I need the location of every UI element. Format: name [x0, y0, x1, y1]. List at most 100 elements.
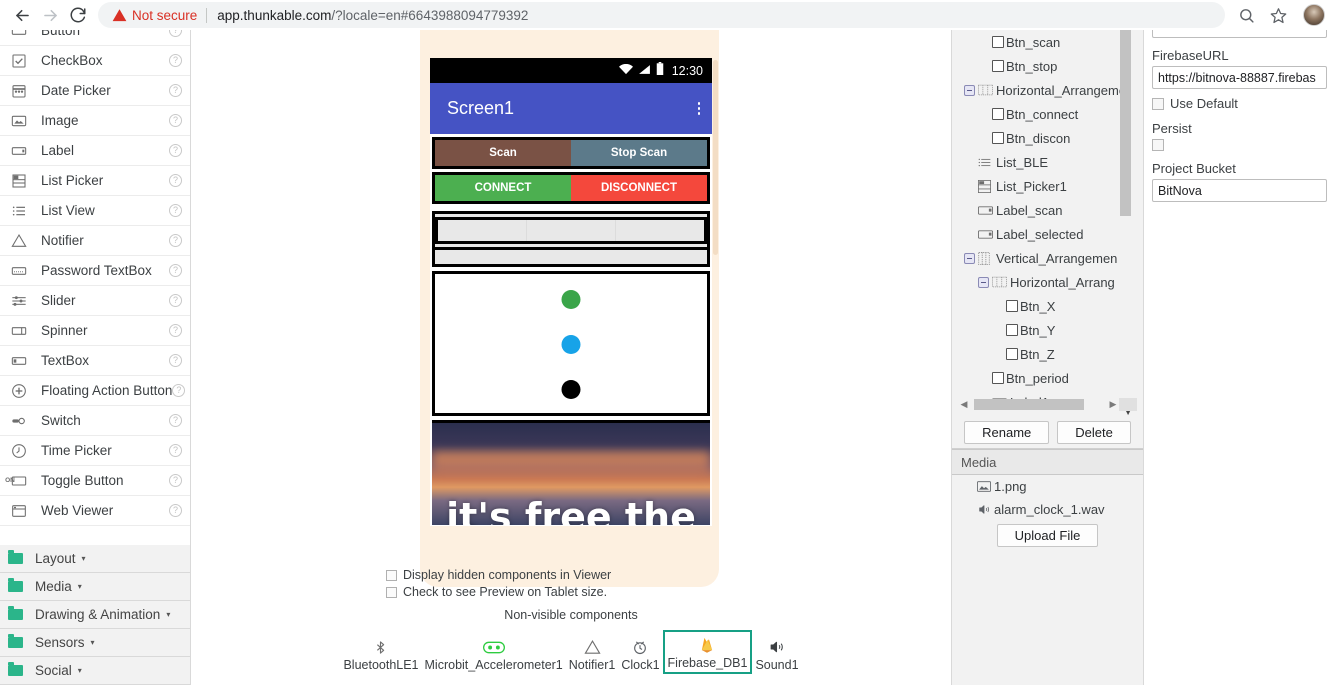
palette-item-floating-action-button[interactable]: Floating Action Button?: [0, 376, 190, 406]
tree-node-list-picker1[interactable]: List_Picker1: [952, 174, 1143, 198]
palette-item-toggle-button[interactable]: ON Toggle Button?: [0, 466, 190, 496]
help-icon[interactable]: ?: [169, 294, 182, 307]
chevron-down-icon[interactable]: ▾: [166, 610, 170, 619]
persist-checkbox[interactable]: [1152, 139, 1164, 151]
palette-item-web-viewer[interactable]: Web Viewer?: [0, 496, 190, 526]
tree-node-label-selected[interactable]: Label_selected: [952, 222, 1143, 246]
phone-button-disconnect[interactable]: DISCONNECT: [571, 175, 707, 201]
non-visible-component-clock1[interactable]: Clock1: [618, 634, 662, 674]
non-visible-component-notifier1[interactable]: Notifier1: [566, 634, 619, 674]
phone-button-stop-scan[interactable]: Stop Scan: [571, 140, 707, 166]
palette-item-spinner[interactable]: Spinner?: [0, 316, 190, 346]
reload-button[interactable]: [64, 1, 92, 29]
tree-node-list-ble[interactable]: List_BLE: [952, 150, 1143, 174]
profile-avatar[interactable]: [1303, 4, 1325, 26]
help-icon[interactable]: ?: [169, 84, 182, 97]
tree-node-vertical-arrangemen[interactable]: Vertical_Arrangemen: [952, 246, 1143, 270]
palette-category-media[interactable]: Media ▾: [0, 573, 190, 601]
non-visible-component-sound1[interactable]: Sound1: [752, 634, 801, 674]
palette-category-social[interactable]: Social ▾: [0, 657, 190, 685]
help-icon[interactable]: ?: [172, 384, 186, 397]
help-icon[interactable]: ?: [169, 504, 182, 517]
tree-node-btn-connect[interactable]: Btn_connect: [952, 102, 1143, 126]
palette-item-date-picker[interactable]: Date Picker?: [0, 76, 190, 106]
palette-item-notifier[interactable]: Notifier?: [0, 226, 190, 256]
phone-button-scan[interactable]: Scan: [435, 140, 571, 166]
palette-item-time-picker[interactable]: Time Picker?: [0, 436, 190, 466]
help-icon[interactable]: ?: [169, 474, 182, 487]
upload-file-button[interactable]: Upload File: [996, 524, 1099, 547]
firebase-url-input[interactable]: https://bitnova-88887.firebas: [1152, 66, 1327, 89]
list-picker-preview[interactable]: [432, 250, 710, 267]
help-icon[interactable]: ?: [169, 324, 182, 337]
kebab-menu-icon[interactable]: [697, 102, 703, 115]
palette-item-button[interactable]: Button?: [0, 30, 190, 46]
collapse-toggle-icon[interactable]: [978, 276, 989, 288]
palette-item-slider[interactable]: Slider?: [0, 286, 190, 316]
non-visible-component-bluetoothle1[interactable]: BluetoothLE1: [340, 634, 421, 674]
chevron-down-icon[interactable]: ▾: [82, 554, 86, 563]
chevron-down-icon[interactable]: ▾: [78, 582, 82, 591]
palette-item-checkbox[interactable]: CheckBox?: [0, 46, 190, 76]
tree-hscrollbar[interactable]: ◀ ▶: [958, 397, 1137, 412]
help-icon[interactable]: ?: [169, 54, 182, 67]
display-hidden-components-row[interactable]: Display hidden components in Viewer: [191, 568, 951, 582]
tree-node-btn-z[interactable]: Btn_Z: [952, 342, 1143, 366]
tree-hscrollbar-track[interactable]: [970, 399, 1107, 410]
help-icon[interactable]: ?: [169, 444, 182, 457]
tablet-preview-checkbox[interactable]: [386, 586, 397, 598]
rename-button[interactable]: Rename: [964, 421, 1050, 444]
triangle-left-icon[interactable]: ◀: [958, 399, 970, 410]
collapse-toggle-icon[interactable]: [964, 84, 975, 96]
star-icon[interactable]: [1263, 1, 1293, 29]
chevron-down-icon[interactable]: ▾: [78, 666, 82, 675]
truncated-property-field[interactable]: [1152, 30, 1327, 38]
list-view-preview[interactable]: [432, 211, 710, 250]
tree-node-btn-stop[interactable]: Btn_stop: [952, 54, 1143, 78]
display-hidden-checkbox[interactable]: [386, 569, 397, 581]
tree-vscrollbar-thumb[interactable]: [1120, 30, 1131, 216]
tablet-preview-row[interactable]: Check to see Preview on Tablet size.: [191, 585, 951, 599]
tree-node-btn-discon[interactable]: Btn_discon: [952, 126, 1143, 150]
help-icon[interactable]: ?: [169, 114, 182, 127]
tree-node-btn-period[interactable]: Btn_period: [952, 366, 1143, 390]
search-icon[interactable]: [1231, 1, 1261, 29]
tree-hscrollbar-thumb[interactable]: [974, 399, 1084, 410]
canvas-preview[interactable]: [432, 271, 710, 416]
use-default-row[interactable]: Use Default: [1152, 96, 1327, 111]
image-preview[interactable]: it's free the: [432, 420, 710, 525]
delete-button[interactable]: Delete: [1057, 421, 1131, 444]
tree-node-btn-scan[interactable]: Btn_scan: [952, 30, 1143, 54]
help-icon[interactable]: ?: [169, 264, 182, 277]
palette-item-image[interactable]: Image?: [0, 106, 190, 136]
palette-item-list-picker[interactable]: List Picker?: [0, 166, 190, 196]
help-icon[interactable]: ?: [169, 234, 182, 247]
help-icon[interactable]: ?: [169, 144, 182, 157]
media-file-alarm-clock-1-wav[interactable]: alarm_clock_1.wav: [952, 498, 1143, 521]
non-visible-component-microbit-accelerometer1[interactable]: Microbit_Accelerometer1: [422, 634, 566, 674]
tree-node-horizontal-arrangeme[interactable]: Horizontal_Arrangeme: [952, 78, 1143, 102]
non-visible-component-firebase-db1[interactable]: Firebase_DB1: [662, 630, 753, 674]
media-file-1-png[interactable]: 1.png: [952, 475, 1143, 498]
palette-category-layout[interactable]: Layout ▾: [0, 545, 190, 573]
help-icon[interactable]: ?: [169, 30, 182, 37]
collapse-toggle-icon[interactable]: [964, 252, 975, 264]
help-icon[interactable]: ?: [169, 204, 182, 217]
palette-scroll-area[interactable]: Button? CheckBox? Date Picker? Image? Label?…: [0, 30, 190, 545]
help-icon[interactable]: ?: [169, 174, 182, 187]
project-bucket-input[interactable]: BitNova: [1152, 179, 1327, 202]
back-button[interactable]: [8, 1, 36, 29]
forward-button[interactable]: [36, 1, 64, 29]
palette-item-password-textbox[interactable]: Password TextBox?: [0, 256, 190, 286]
help-icon[interactable]: ?: [169, 354, 182, 367]
palette-item-list-view[interactable]: List View?: [0, 196, 190, 226]
address-bar[interactable]: Not secure app.thunkable.com/?locale=en#…: [98, 2, 1225, 28]
palette-item-textbox[interactable]: TextBox?: [0, 346, 190, 376]
tree-node-label-scan[interactable]: Label_scan: [952, 198, 1143, 222]
triangle-right-icon[interactable]: ▶: [1107, 399, 1119, 410]
tree-node-btn-x[interactable]: Btn_X: [952, 294, 1143, 318]
palette-item-label[interactable]: Label?: [0, 136, 190, 166]
phone-scrollbar[interactable]: [713, 60, 718, 255]
tree-node-horizontal-arrang[interactable]: Horizontal_Arrang: [952, 270, 1143, 294]
palette-item-switch[interactable]: Switch?: [0, 406, 190, 436]
